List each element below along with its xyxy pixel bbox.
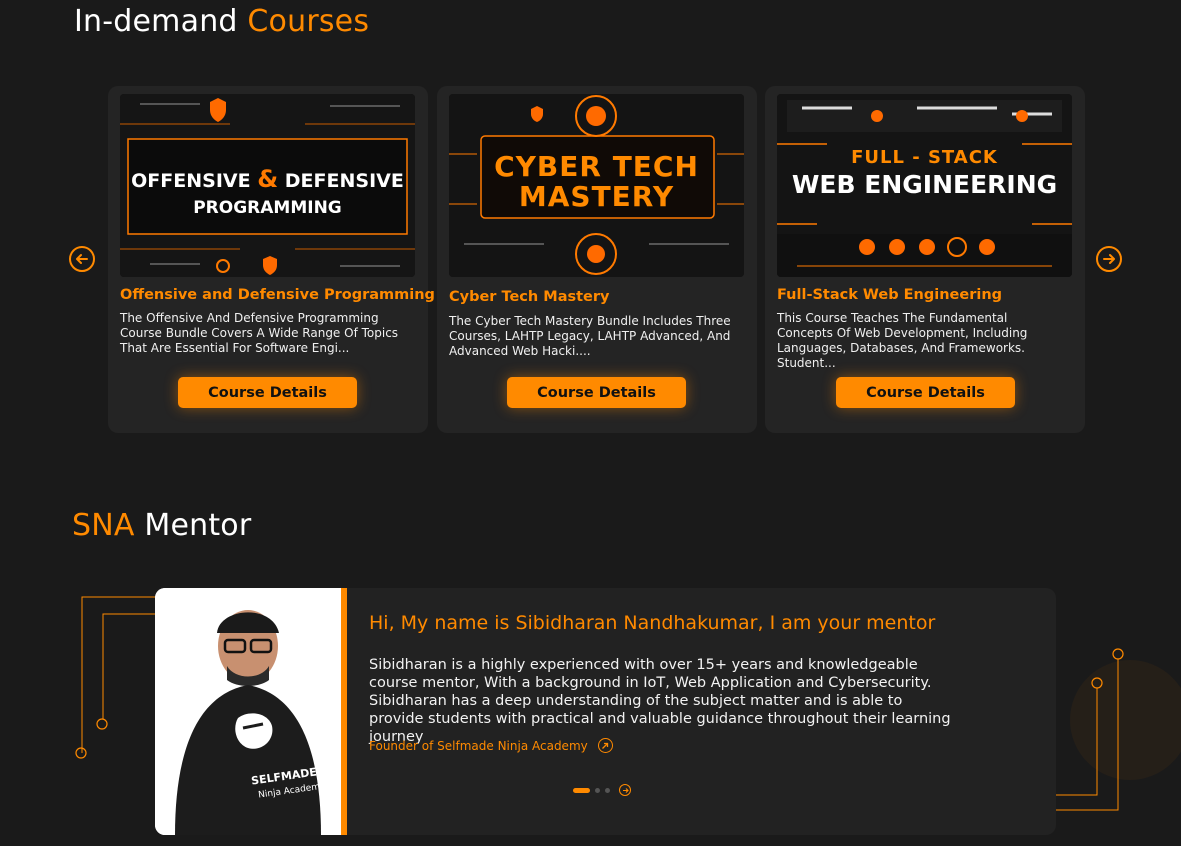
mentor-heading: Hi, My name is Sibidharan Nandhakumar, I… [369,612,936,634]
courses-section-title: In-demand Courses [74,4,369,39]
mentor-carousel-dots [573,784,631,796]
courses-title-accent: Courses [247,4,370,39]
course-card: OFFENSIVE & DEFENSIVE PROGRAMMING Offens… [108,86,435,433]
mentor-photo: SELFMADE Ninja Academy [155,588,347,835]
course-title[interactable]: Full-Stack Web Engineering [777,287,1002,303]
course-description: The Offensive And Defensive Programming … [120,311,399,355]
arrow-right-icon [1103,254,1115,264]
thumb-text-full-stack: FULL - STACK [851,147,998,168]
thumb-text-mastery: MASTERY [518,180,675,213]
carousel-dot-active[interactable] [573,787,590,793]
carousel-next-small-button[interactable] [619,784,631,796]
courses-title-plain: In-demand [74,4,238,39]
course-thumbnail[interactable]: CYBER TECH MASTERY [449,94,744,277]
thumb-text-programming: PROGRAMMING [193,198,342,218]
course-details-button[interactable]: Course Details [836,377,1015,408]
course-title[interactable]: Cyber Tech Mastery [449,289,609,305]
course-title[interactable]: Offensive and Defensive Programming [120,287,435,303]
mentor-section-title: SNA Mentor [72,508,251,543]
carousel-prev-button[interactable] [69,246,95,272]
carousel-next-button[interactable] [1096,246,1122,272]
carousel-dot[interactable] [605,787,610,793]
thumb-text-cyber-tech: CYBER TECH [494,150,699,183]
course-card: CYBER TECH MASTERY Cyber Tech Mastery Th… [437,86,757,433]
carousel-dot[interactable] [595,787,600,793]
mentor-title-plain: Mentor [144,508,252,543]
mentor-role-text: Founder of Selfmade Ninja Academy [369,738,588,753]
mentor-bio: Sibidharan is a highly experienced with … [369,657,951,745]
course-description: The Cyber Tech Mastery Bundle Includes T… [449,314,731,358]
course-card: FULL - STACK WEB ENGINEERING Full-Stack … [765,86,1085,433]
course-details-button[interactable]: Course Details [507,377,686,408]
arrow-right-small-icon [622,787,629,793]
thumb-text-defensive: DEFENSIVE [284,170,404,192]
course-details-button[interactable]: Course Details [178,377,357,408]
course-thumbnail[interactable]: FULL - STACK WEB ENGINEERING [777,94,1072,277]
thumb-text-web-engineering: WEB ENGINEERING [791,170,1058,199]
course-description: This Course Teaches The Fundamental Conc… [777,311,1028,370]
thumb-text-offensive: OFFENSIVE [131,170,251,192]
thumb-text-amp: & [257,165,279,193]
mentor-role-link[interactable]: Founder of Selfmade Ninja Academy [369,738,613,753]
mentor-title-accent: SNA [72,508,135,543]
arrow-left-icon [76,254,88,264]
mentor-portrait-graphic [155,588,341,835]
arrow-up-right-icon [597,738,613,753]
course-thumbnail[interactable]: OFFENSIVE & DEFENSIVE PROGRAMMING [120,94,415,277]
